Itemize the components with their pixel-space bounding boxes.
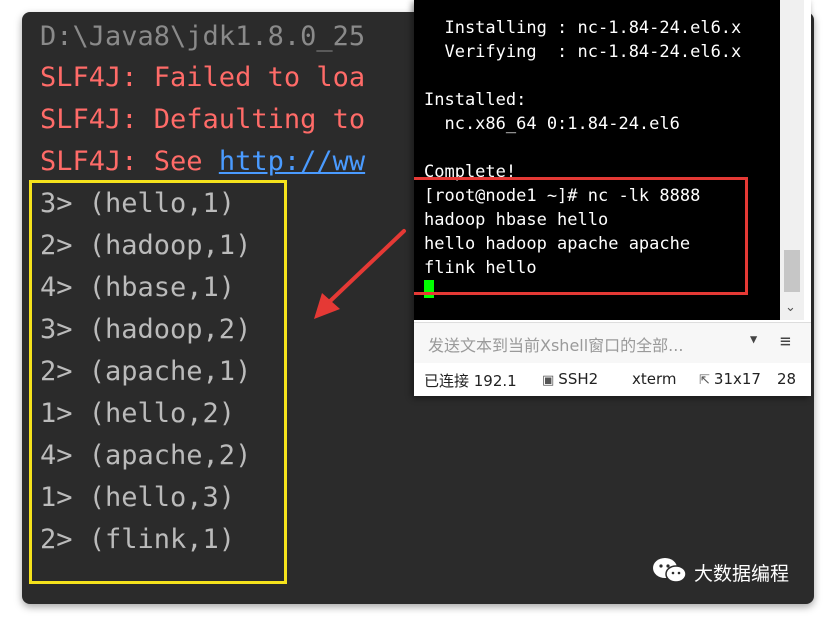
send-text-input[interactable]: 发送文本到当前Xshell窗口的全部... [428, 332, 683, 356]
console-slf4j-text: SLF4J: See [40, 146, 219, 177]
console-slf4j-link[interactable]: http://ww [219, 146, 365, 177]
terminal-line: Installing : nc-1.84-24.el6.x [424, 18, 742, 38]
terminal-size-status: ⇱ 31x17 [699, 370, 761, 388]
watermark: 大数据编程 [652, 556, 789, 586]
terminal-line: Verifying : nc-1.84-24.el6.x [424, 42, 742, 62]
result-highlight-box [29, 180, 287, 584]
terminal-scrollbar[interactable]: ⌄ [780, 0, 804, 320]
terminal-size: 31x17 [713, 370, 761, 388]
send-text-bar: 发送文本到当前Xshell窗口的全部... ▼ ≡ [414, 322, 811, 363]
protocol-label: SSH2 [558, 370, 599, 388]
console-slf4j-line: SLF4J: Defaulting to [40, 104, 366, 135]
console-command-line: D:\Java8\jdk1.8.0_25 [40, 21, 366, 52]
scroll-down-icon[interactable]: ⌄ [785, 300, 796, 316]
status-bar: 已连接 192.1 ▣ SSH2 xterm ⇱ 31x17 28 [414, 363, 811, 396]
terminal-line: nc.x86_64 0:1.84-24.el6 [424, 114, 680, 134]
console-slf4j-line: SLF4J: See http://ww [40, 145, 365, 179]
xshell-window: Installing : nc-1.84-24.el6.x Verifying … [414, 0, 811, 396]
wechat-icon [653, 558, 687, 583]
terminal-type: xterm [632, 370, 677, 388]
terminal-screen[interactable]: Installing : nc-1.84-24.el6.x Verifying … [414, 0, 780, 320]
resize-icon: ⇱ [699, 373, 710, 388]
lock-icon: ▣ [542, 373, 555, 388]
terminal-line: Installed: [424, 90, 527, 110]
caret-down-icon[interactable]: ▼ [750, 332, 757, 346]
status-extra: 28 [777, 370, 797, 388]
watermark-text: 大数据编程 [694, 563, 790, 585]
red-arrow-icon [314, 229, 406, 319]
console-slf4j-line: SLF4J: Failed to loa [40, 62, 366, 93]
scrollbar-thumb[interactable] [784, 250, 800, 292]
input-highlight-box [414, 177, 748, 295]
protocol-status: ▣ SSH2 [542, 370, 598, 388]
connection-status: 已连接 192.1 [424, 372, 517, 390]
hamburger-menu-icon[interactable]: ≡ [780, 331, 791, 352]
